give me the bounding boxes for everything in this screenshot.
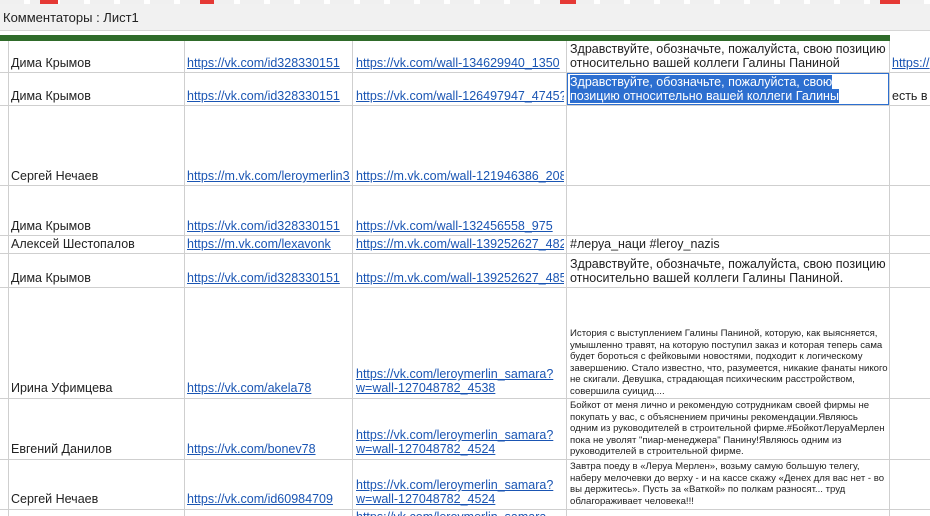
cell-name[interactable]: Сергей Нечаев xyxy=(11,169,181,183)
cell-post-link[interactable]: https://m.vk.com/wall-121946386_208 xyxy=(356,169,564,183)
cell-post-link[interactable]: https://vk.com/leroymerlin_samara?w=wall… xyxy=(356,367,562,395)
cell-profile-link[interactable]: https://vk.com/akela78 xyxy=(187,381,350,395)
cell-comment[interactable]: #леруа_наци #leroy_nazis xyxy=(570,237,888,251)
cell-name[interactable]: Ирина Уфимцева xyxy=(11,381,181,395)
selected-text: Здравствуйте, обозначьте, пожалуйста, св… xyxy=(570,75,839,103)
cell-comment[interactable]: Здравствуйте, обозначьте, пожалуйста, св… xyxy=(570,42,888,72)
cell-profile-link[interactable]: https://vk.com/id328330151 xyxy=(187,219,350,233)
cell-profile-link[interactable]: https://vk.com/id328330151 xyxy=(187,89,350,103)
cell-post-link[interactable]: https://m.vk.com/wall-139252627_482 xyxy=(356,237,564,251)
cell-extra-link[interactable]: https:// xyxy=(892,56,930,70)
cell-comment[interactable]: Здравствуйте, обозначьте, пожалуйста, св… xyxy=(570,257,888,287)
cell-profile-link[interactable]: https://vk.com/bonev78 xyxy=(187,442,350,456)
header-band xyxy=(0,35,890,41)
window-title-bar[interactable]: Комментаторы : Лист1 xyxy=(0,4,930,31)
cell-name[interactable]: Дима Крымов xyxy=(11,219,181,233)
cell-post-link[interactable]: https://vk.com/wall-132456558_975 xyxy=(356,219,564,233)
cell-post-link[interactable]: https://vk.com/leroymerlin_samara?w=wall… xyxy=(356,478,562,506)
cell-name[interactable]: Евгений Данилов xyxy=(11,442,181,456)
cell-profile-link[interactable]: https://m.vk.com/lexavonk xyxy=(187,237,350,251)
cell-post-link[interactable]: https://vk.com/wall-126497947_4745? xyxy=(356,89,564,103)
cell-profile-link[interactable]: https://vk.com/id328330151 xyxy=(187,56,350,70)
spreadsheet-grid[interactable]: Дима Крымов https://vk.com/id328330151 h… xyxy=(0,35,930,516)
cell-name[interactable]: Дима Крымов xyxy=(11,89,181,103)
cell-profile-link[interactable]: https://m.vk.com/leroymerlin39 xyxy=(187,169,350,183)
window-title: Комментаторы : Лист1 xyxy=(3,10,139,25)
cell-name[interactable]: Дима Крымов xyxy=(11,271,181,285)
cell-comment[interactable]: Бойкот от меня лично и рекомендую сотруд… xyxy=(570,400,888,458)
cell-name[interactable]: Сергей Нечаев xyxy=(11,492,181,506)
cell-profile-link[interactable]: https://vk.com/id328330151 xyxy=(187,271,350,285)
cell-comment-selected[interactable]: Здравствуйте, обозначьте, пожалуйста, св… xyxy=(570,75,870,103)
cell-profile-link[interactable]: https://vk.com/id60984709 xyxy=(187,492,350,506)
cell-post-link-partial[interactable]: https://vk.com/leroymerlin_samara xyxy=(356,510,564,516)
cell-post-link[interactable]: https://vk.com/leroymerlin_samara?w=wall… xyxy=(356,428,562,456)
cell-comment[interactable]: История с выступлением Галины Паниной, к… xyxy=(570,328,888,397)
cell-post-link[interactable]: https://vk.com/wall-134629940_1350 xyxy=(356,56,564,70)
cell-comment[interactable]: Завтра поеду в «Леруа Мерлен», возьму са… xyxy=(570,461,888,508)
cell-extra[interactable]: есть в xyxy=(892,89,930,103)
cell-name[interactable]: Алексей Шестопалов xyxy=(11,237,181,251)
cell-post-link[interactable]: https://m.vk.com/wall-139252627_485 xyxy=(356,271,564,285)
cell-name[interactable]: Дима Крымов xyxy=(11,56,181,70)
